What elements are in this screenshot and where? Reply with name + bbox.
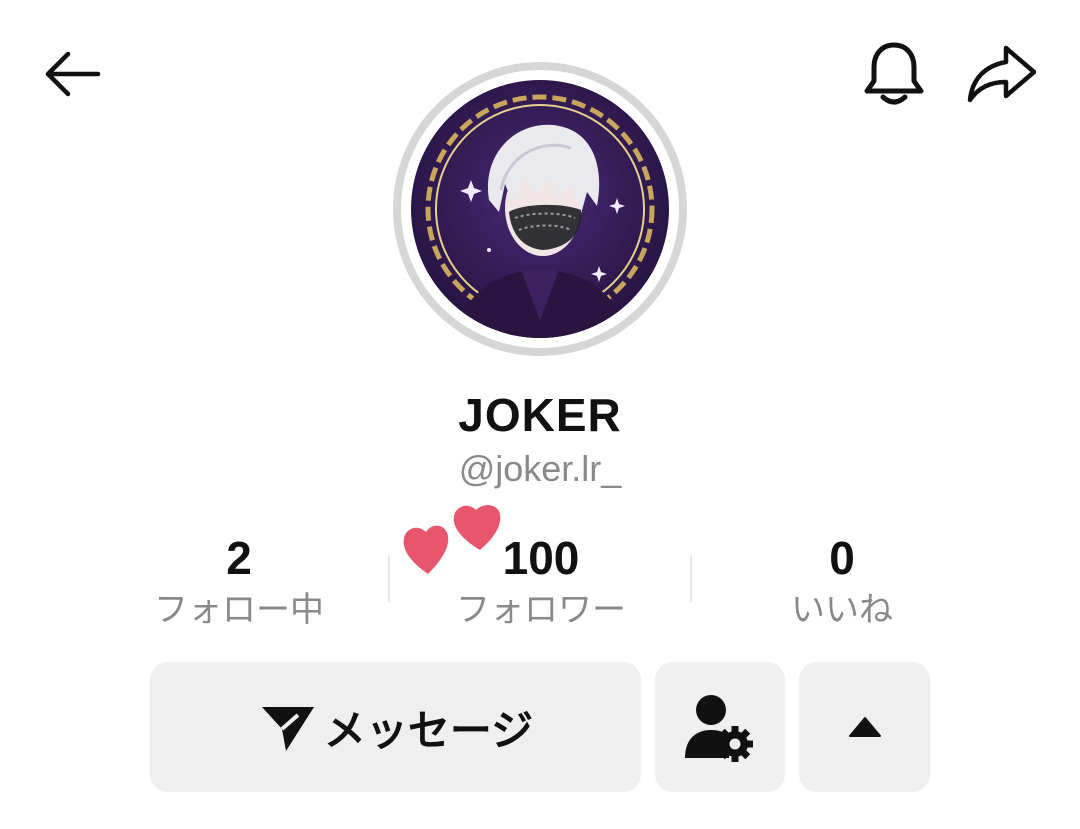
likes-label: いいね	[791, 590, 893, 630]
following-count: 2	[226, 532, 252, 584]
stat-following[interactable]: 2 フォロー中	[89, 530, 389, 634]
message-button[interactable]: メッセージ	[150, 662, 641, 792]
expand-button[interactable]	[799, 662, 930, 792]
share-button[interactable]	[962, 38, 1042, 110]
stat-likes[interactable]: 0 いいね	[692, 530, 992, 634]
share-arrow-icon	[967, 45, 1037, 103]
following-label: フォロー中	[154, 590, 324, 630]
notifications-button[interactable]	[856, 36, 932, 112]
hearts-decoration-icon	[403, 505, 501, 574]
caret-up-icon	[848, 717, 881, 737]
user-gear-icon	[685, 695, 753, 762]
likes-count: 0	[829, 532, 855, 584]
avatar-image	[411, 80, 669, 338]
send-icon	[261, 707, 314, 751]
profile-avatar[interactable]	[393, 62, 687, 356]
arrow-left-icon	[45, 51, 101, 97]
bell-icon	[864, 42, 924, 105]
user-settings-button[interactable]	[655, 662, 785, 792]
display-name: JOKER	[458, 389, 622, 441]
followers-label: フォロワー	[456, 590, 626, 630]
stat-divider	[388, 556, 390, 602]
username: @joker.lr_	[458, 448, 622, 489]
message-button-label: メッセージ	[323, 705, 534, 755]
back-button[interactable]	[36, 38, 108, 110]
